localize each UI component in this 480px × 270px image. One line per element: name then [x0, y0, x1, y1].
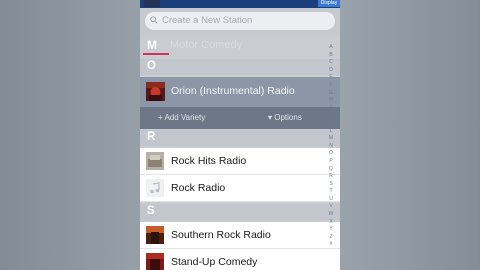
station-row[interactable]: Southern Rock Radio	[140, 222, 340, 249]
index-letter[interactable]: H	[326, 97, 336, 105]
options-button[interactable]: ▾ Options	[268, 113, 302, 122]
index-letter[interactable]: Y	[326, 226, 336, 234]
app-logo	[144, 0, 160, 7]
section-letter: O	[147, 60, 156, 72]
display-button[interactable]: Display	[318, 0, 340, 7]
index-letter[interactable]: X	[326, 219, 336, 227]
station-row[interactable]: Rock Hits Radio	[140, 148, 340, 175]
index-letter[interactable]: E	[326, 74, 336, 82]
index-letter[interactable]: C	[326, 59, 336, 67]
station-title: Orion (Instrumental) Radio	[171, 85, 295, 97]
faded-station-text: Motor Comedy	[170, 39, 243, 51]
index-letter[interactable]: F	[326, 82, 336, 90]
options-label: Options	[274, 113, 302, 122]
background-right	[340, 0, 480, 270]
music-note-icon	[146, 179, 164, 197]
southern-rock-thumbnail	[146, 226, 164, 244]
index-letter[interactable]: J	[326, 112, 336, 120]
rock-hits-thumbnail	[146, 152, 164, 170]
section-header-o: O	[140, 59, 340, 75]
section-header-m: M	[147, 38, 157, 52]
section-header-r: R	[140, 130, 340, 146]
search-input[interactable]: Create a New Station	[145, 12, 335, 30]
index-letter[interactable]: G	[326, 90, 336, 98]
station-row[interactable]: Stand-Up Comedy	[140, 249, 340, 270]
section-accent-bar	[143, 53, 169, 55]
comedy-thumbnail	[146, 253, 164, 270]
section-letter: R	[147, 131, 156, 143]
index-letter[interactable]: W	[326, 211, 336, 219]
station-row[interactable]: Rock Radio	[140, 175, 340, 202]
index-letter[interactable]: M	[326, 135, 336, 143]
index-letter[interactable]: O	[326, 150, 336, 158]
station-row-selected[interactable]: Orion (Instrumental) Radio	[140, 77, 340, 107]
index-letter[interactable]: B	[326, 52, 336, 60]
index-letter[interactable]: A	[326, 44, 336, 52]
search-placeholder: Create a New Station	[162, 15, 253, 26]
index-letter[interactable]: P	[326, 158, 336, 166]
index-letter[interactable]: N	[326, 143, 336, 151]
search-bar: Create a New Station	[140, 8, 340, 36]
add-variety-label: Add Variety	[164, 113, 206, 122]
index-letter[interactable]: R	[326, 173, 336, 181]
section-m-row: M Motor Comedy	[140, 36, 340, 58]
station-title: Rock Radio	[171, 182, 226, 194]
station-title: Southern Rock Radio	[171, 229, 271, 241]
alphabet-index[interactable]: A B C D E F G H I J K L M N O P Q R S T U V W X Y Z #	[326, 44, 336, 249]
section-letter: S	[147, 205, 155, 217]
section-header-s: S	[140, 204, 340, 220]
top-bar: Display	[140, 0, 340, 8]
orion-radio-thumbnail	[146, 82, 165, 101]
background-left	[0, 0, 140, 270]
station-actions-bar: + Add Variety ▾ Options	[140, 107, 340, 129]
index-letter[interactable]: S	[326, 181, 336, 189]
index-letter[interactable]: D	[326, 67, 336, 75]
phone-screen: Display Create a New Station M Motor Com…	[140, 0, 340, 270]
index-letter[interactable]: T	[326, 188, 336, 196]
station-title: Stand-Up Comedy	[171, 256, 258, 268]
add-variety-button[interactable]: + Add Variety	[158, 113, 205, 122]
index-letter[interactable]: Z	[326, 234, 336, 242]
index-letter[interactable]: V	[326, 203, 336, 211]
search-icon	[150, 16, 158, 24]
station-title: Rock Hits Radio	[171, 155, 247, 167]
index-letter[interactable]: L	[326, 128, 336, 136]
index-letter[interactable]: U	[326, 196, 336, 204]
index-letter[interactable]: I	[326, 105, 336, 113]
index-letter[interactable]: #	[326, 241, 336, 249]
index-letter[interactable]: Q	[326, 166, 336, 174]
index-letter[interactable]: K	[326, 120, 336, 128]
